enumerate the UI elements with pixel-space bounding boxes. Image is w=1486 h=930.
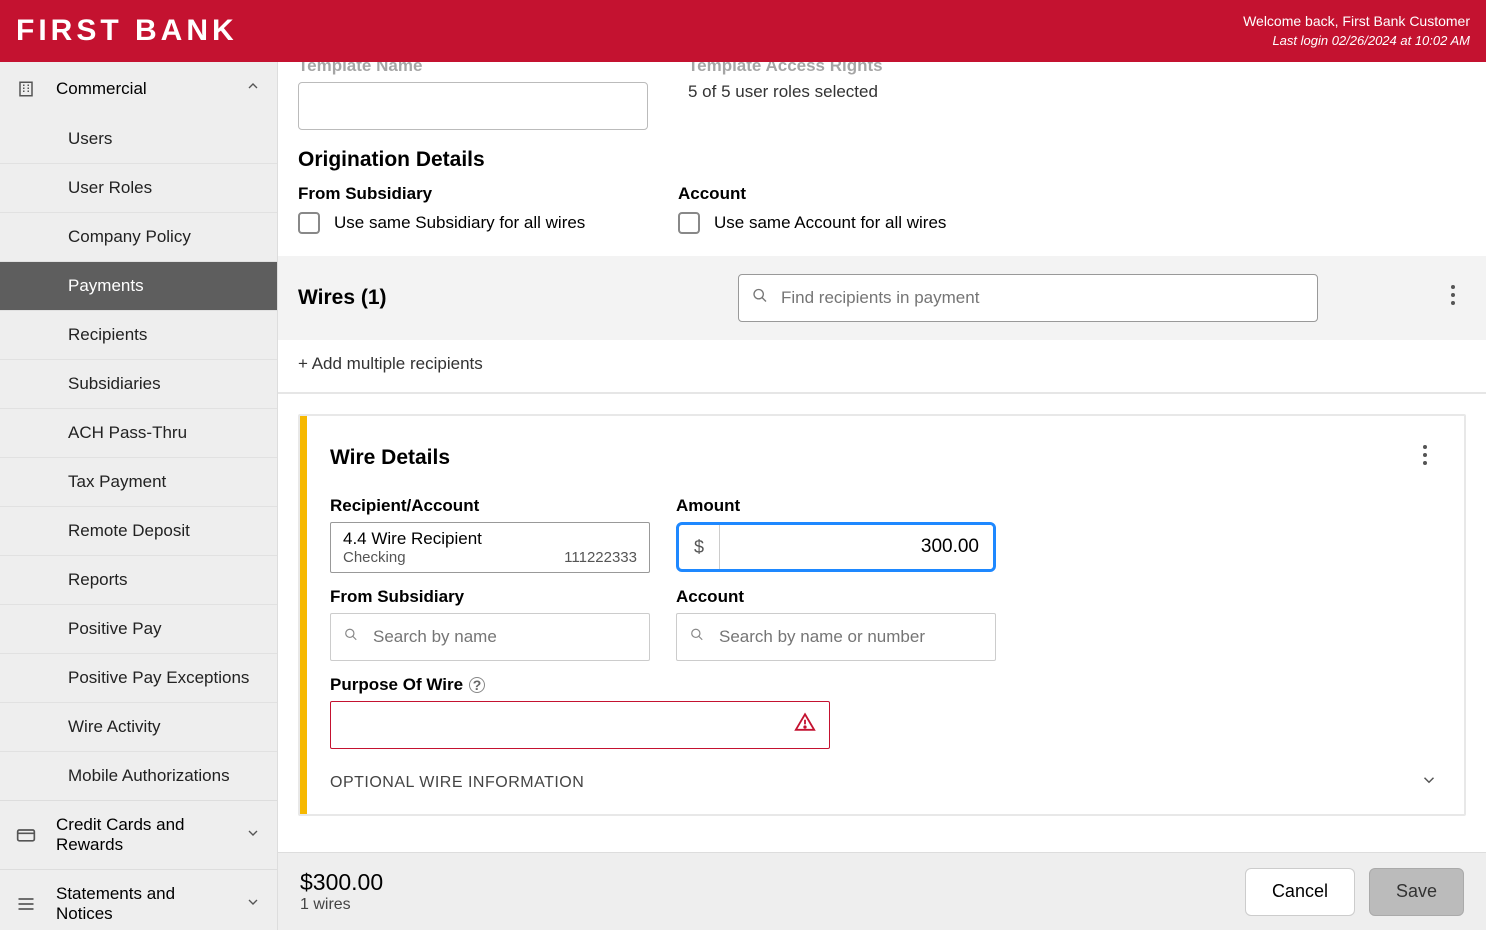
chevron-down-icon [245, 894, 261, 915]
amount-label: Amount [676, 496, 996, 516]
template-name-input[interactable] [298, 82, 648, 130]
wire-card-more-menu[interactable] [1412, 438, 1438, 478]
warning-icon [794, 712, 816, 739]
chevron-down-icon [1420, 771, 1438, 794]
same-subsidiary-checkbox-row[interactable]: Use same Subsidiary for all wires [298, 212, 638, 234]
brand-logo: FIRST BANK [16, 14, 238, 48]
nav-group-commercial-toggle[interactable]: Commercial [0, 62, 277, 115]
recipient-account-number: 111222333 [564, 549, 637, 566]
amount-input[interactable] [720, 525, 993, 569]
nav-group-statements: Statements and Notices [0, 870, 277, 930]
nav-group-commercial: Commercial UsersUser RolesCompany Policy… [0, 62, 277, 801]
save-button[interactable]: Save [1369, 868, 1464, 916]
same-account-checkbox-row[interactable]: Use same Account for all wires [678, 212, 1018, 234]
recipient-account-type: Checking [343, 549, 406, 566]
help-icon[interactable]: ? [469, 677, 485, 693]
currency-symbol: $ [679, 525, 720, 569]
sidebar-item-recipients[interactable]: Recipients [0, 311, 277, 360]
nav-group-statements-label: Statements and Notices [56, 884, 225, 924]
template-name-label: Template Name [298, 62, 648, 76]
wire-details-heading: Wire Details [330, 446, 450, 470]
same-account-text: Use same Account for all wires [714, 213, 946, 233]
purpose-of-wire-input[interactable] [330, 701, 830, 749]
footer-count: 1 wires [300, 896, 383, 914]
sidebar-item-positive-pay-exceptions[interactable]: Positive Pay Exceptions [0, 654, 277, 703]
template-access-label: Template Access Rights [688, 62, 1466, 76]
sidebar-item-tax-payment[interactable]: Tax Payment [0, 458, 277, 507]
sidebar-item-users[interactable]: Users [0, 115, 277, 164]
same-subsidiary-checkbox[interactable] [298, 212, 320, 234]
nav-group-credit-cards: Credit Cards and Rewards [0, 801, 277, 870]
wire-from-subsidiary-input[interactable] [330, 613, 650, 661]
welcome-block: Welcome back, First Bank Customer Last l… [1243, 12, 1470, 50]
nav-group-statements-toggle[interactable]: Statements and Notices [0, 870, 277, 930]
wires-bar: Wires (1) [278, 256, 1486, 340]
wire-from-subsidiary-label: From Subsidiary [330, 587, 650, 607]
welcome-text: Welcome back, First Bank Customer [1243, 12, 1470, 32]
sidebar-item-user-roles[interactable]: User Roles [0, 164, 277, 213]
nav-items-container: UsersUser RolesCompany PolicyPaymentsRec… [0, 115, 277, 800]
account-label: Account [678, 184, 1018, 204]
recipient-name: 4.4 Wire Recipient [343, 529, 637, 549]
sidebar-item-subsidiaries[interactable]: Subsidiaries [0, 360, 277, 409]
recipient-search-wrap [738, 274, 1318, 322]
last-login-text: Last login 02/26/2024 at 10:02 AM [1243, 32, 1470, 50]
sidebar-item-positive-pay[interactable]: Positive Pay [0, 605, 277, 654]
sidebar-item-remote-deposit[interactable]: Remote Deposit [0, 507, 277, 556]
optional-wire-info-toggle[interactable]: OPTIONAL WIRE INFORMATION [330, 771, 1438, 794]
sidebar-item-company-policy[interactable]: Company Policy [0, 213, 277, 262]
wire-account-label: Account [676, 587, 996, 607]
nav-group-credit-cards-toggle[interactable]: Credit Cards and Rewards [0, 801, 277, 869]
wire-details-card: Wire Details Recipient/Account 4.4 Wire … [298, 414, 1466, 816]
wires-title: Wires (1) [298, 286, 718, 310]
wires-more-menu[interactable] [1440, 278, 1466, 318]
amount-input-wrap: $ [676, 522, 996, 572]
recipient-selector[interactable]: 4.4 Wire Recipient Checking 111222333 [330, 522, 650, 573]
same-account-checkbox[interactable] [678, 212, 700, 234]
recipient-search-input[interactable] [738, 274, 1318, 322]
add-multiple-recipients-link[interactable]: + Add multiple recipients [298, 354, 483, 374]
chevron-up-icon [245, 78, 261, 99]
origination-heading: Origination Details [298, 148, 1466, 172]
sidebar-item-reports[interactable]: Reports [0, 556, 277, 605]
sidebar-item-ach-pass-thru[interactable]: ACH Pass-Thru [0, 409, 277, 458]
sidebar-item-mobile-authorizations[interactable]: Mobile Authorizations [0, 752, 277, 800]
sidebar: Commercial UsersUser RolesCompany Policy… [0, 62, 278, 930]
cancel-button[interactable]: Cancel [1245, 868, 1355, 916]
search-icon [690, 628, 704, 647]
same-subsidiary-text: Use same Subsidiary for all wires [334, 213, 585, 233]
footer-bar: $300.00 1 wires Cancel Save [278, 852, 1486, 930]
menu-icon [16, 894, 36, 914]
credit-card-icon [16, 825, 36, 845]
purpose-of-wire-label: Purpose Of Wire [330, 675, 463, 695]
recipient-account-label: Recipient/Account [330, 496, 650, 516]
sidebar-item-wire-activity[interactable]: Wire Activity [0, 703, 277, 752]
divider [278, 392, 1486, 394]
optional-wire-info-label: OPTIONAL WIRE INFORMATION [330, 774, 584, 792]
nav-group-credit-cards-label: Credit Cards and Rewards [56, 815, 225, 855]
from-subsidiary-label: From Subsidiary [298, 184, 638, 204]
template-access-value: 5 of 5 user roles selected [688, 82, 1466, 102]
footer-total: $300.00 [300, 869, 383, 896]
chevron-down-icon [245, 825, 261, 846]
purpose-label-row: Purpose Of Wire ? [330, 675, 1438, 695]
building-icon [16, 79, 36, 99]
footer-summary: $300.00 1 wires [300, 869, 383, 914]
wire-account-input[interactable] [676, 613, 996, 661]
app-header: FIRST BANK Welcome back, First Bank Cust… [0, 0, 1486, 62]
main-content: Template Name Template Access Rights 5 o… [278, 62, 1486, 930]
search-icon [752, 288, 768, 309]
nav-group-commercial-label: Commercial [56, 79, 147, 99]
search-icon [344, 628, 358, 647]
sidebar-item-payments[interactable]: Payments [0, 262, 277, 311]
